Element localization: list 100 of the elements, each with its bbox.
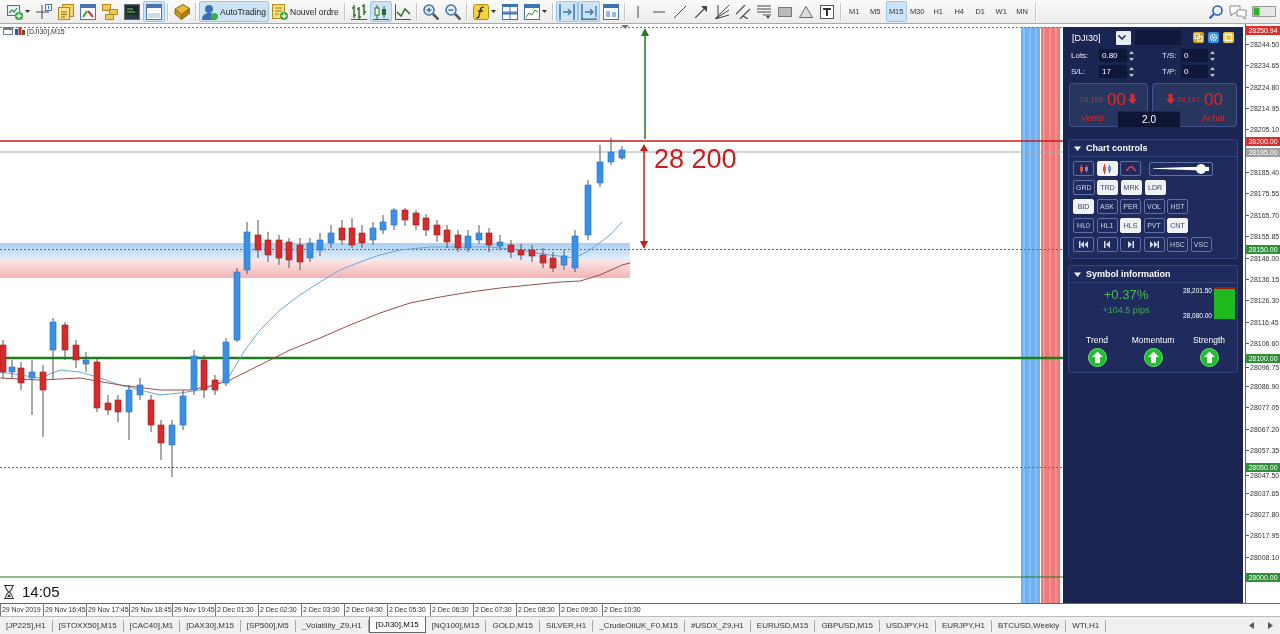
chart-tab[interactable]: _Volatility_Z9,H1 [295, 620, 369, 632]
candlestick [401, 207, 409, 227]
number-field[interactable]: 0.80 [1099, 49, 1127, 62]
spinner-arrows-icon[interactable] [1129, 65, 1134, 78]
signal-label: Trend [1086, 335, 1108, 345]
section-header[interactable]: Chart controls [1069, 140, 1237, 157]
chart-tab[interactable]: [CAC40],M1 [123, 620, 181, 632]
chart-tab[interactable]: [SP500],M5 [240, 620, 296, 632]
dropdown-button[interactable] [1116, 30, 1131, 45]
candlestick [348, 217, 356, 249]
candlestick [200, 354, 208, 399]
candlestick [596, 144, 604, 188]
gear-icon[interactable] [1208, 32, 1219, 43]
candlestick [571, 229, 579, 273]
candlestick [243, 221, 251, 275]
spinner-arrows-icon[interactable] [1210, 49, 1215, 62]
number-field[interactable]: 0 [1181, 65, 1208, 78]
candlestick [254, 219, 262, 259]
user-icon [202, 3, 218, 20]
candlestick [72, 339, 80, 369]
change-percent: +0.37% [1103, 287, 1149, 302]
copy-icon[interactable] [1193, 32, 1204, 43]
field-label: T/P: [1162, 67, 1178, 76]
shift-bracket-icon [558, 3, 575, 20]
chart-tab[interactable]: GOLD,M15 [486, 620, 540, 632]
candlestick [211, 374, 219, 396]
field-label: Lots: [1071, 51, 1090, 60]
candlestick [369, 221, 377, 246]
new-order-button[interactable]: Nouvel ordre [269, 1, 342, 22]
spinner-arrows-icon[interactable] [1210, 65, 1215, 78]
candlestick [147, 394, 155, 433]
chart-tab[interactable]: BTCUSD,Weekly [991, 620, 1067, 632]
chart-control-button[interactable] [1143, 237, 1165, 252]
number-field[interactable]: 17 [1099, 65, 1127, 78]
right-triangle-icon[interactable] [1268, 622, 1273, 629]
function-icon [472, 3, 489, 20]
section-header[interactable]: Symbol information [1069, 266, 1237, 283]
zoom-slider[interactable] [1148, 161, 1213, 176]
chart-tab[interactable]: [NQ100],M15 [425, 620, 487, 632]
number-field[interactable]: 0 [1181, 49, 1208, 62]
diagonal-line-icon [674, 5, 687, 18]
price-target-label: 28 200 [654, 144, 737, 174]
candlestick [443, 224, 451, 249]
spread-field: 2.0 [1118, 112, 1180, 127]
toolbar-button[interactable] [121, 1, 143, 22]
candlestick [390, 207, 398, 231]
document-plus-icon [272, 3, 288, 20]
chart-tab[interactable]: [JP225],H1 [0, 620, 53, 632]
caret-icon [25, 10, 30, 13]
chart-tab[interactable]: EURJPY,H1 [935, 620, 992, 632]
candlestick [264, 231, 272, 263]
spinner-arrows-icon[interactable] [1129, 49, 1134, 62]
chart-window-icon [523, 3, 540, 20]
candlestick [93, 357, 101, 413]
candlestick [379, 214, 387, 235]
chart-tab[interactable]: EURUSD,M15 [750, 620, 816, 632]
grid-icon [501, 3, 518, 20]
candlestick [168, 419, 176, 478]
chart-tab[interactable]: GBPUSD,M15 [815, 620, 880, 632]
window-arrows-icon [80, 3, 96, 20]
candlestick [28, 359, 36, 416]
step-forward-icon [1127, 241, 1134, 248]
chart-tab[interactable]: WTI,H1 [1066, 620, 1107, 632]
chart-tab[interactable]: [DJI30],M15 [368, 617, 426, 633]
chart-tab[interactable]: [DAX30],M15 [180, 620, 241, 632]
chart-control-button[interactable] [1073, 237, 1094, 252]
window-icon [3, 27, 13, 35]
chart-control-button[interactable] [1120, 237, 1141, 252]
candlestick [412, 209, 420, 231]
candlestick [49, 317, 57, 381]
candlestick [338, 219, 346, 246]
candlestick [464, 229, 472, 253]
line-chart-icon [394, 3, 411, 20]
chart-tab[interactable]: _CrudeOilUK_F0,M15 [593, 620, 685, 632]
symbol-label: [DJI30] [1071, 32, 1102, 43]
candlestick [433, 219, 441, 243]
candlestick [539, 247, 547, 269]
chart-control-button[interactable] [1096, 237, 1118, 252]
candlestick [114, 394, 122, 423]
left-triangle-icon[interactable] [1249, 622, 1254, 629]
slider-thumb[interactable] [1196, 163, 1207, 174]
autotrading-button[interactable]: AutoTrading [199, 1, 269, 22]
chat-bubbles-icon [1229, 4, 1247, 19]
text-box-icon [820, 4, 835, 19]
candlestick [549, 251, 557, 273]
candlestick [528, 244, 536, 263]
window-icon[interactable] [1223, 32, 1234, 43]
monitor-icon [124, 3, 140, 20]
candlestick-icon [372, 3, 389, 20]
zoom-in-icon [422, 3, 439, 20]
candlestick [560, 249, 568, 271]
chart-tab[interactable]: [STOXX50],M15 [52, 620, 124, 632]
chart-tab[interactable]: USDJPY,H1 [879, 620, 936, 632]
chart-tab[interactable]: SILVER,H1 [539, 620, 594, 632]
candlestick [422, 213, 430, 237]
candlestick [285, 237, 293, 269]
candles-icon [1078, 163, 1089, 174]
chart-type-button[interactable] [369, 1, 392, 22]
candlestick [157, 419, 165, 461]
chart-tab[interactable]: #USDX_Z9,H1 [684, 620, 751, 632]
